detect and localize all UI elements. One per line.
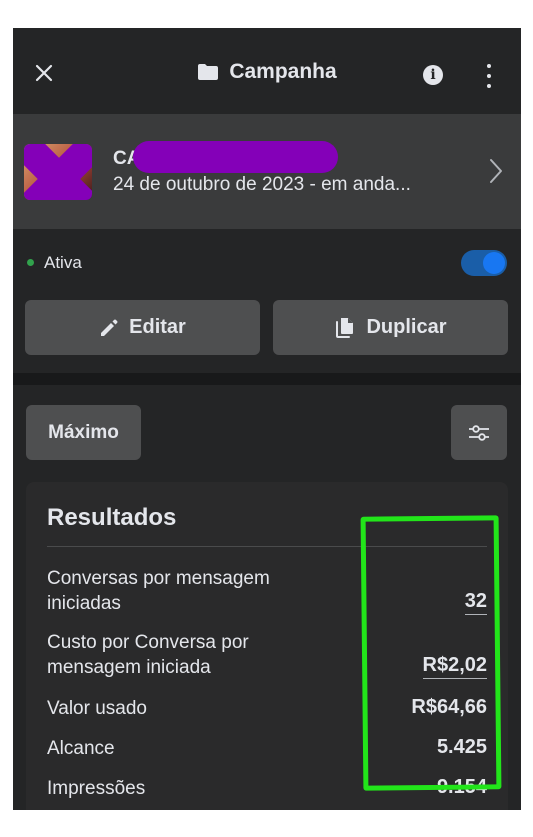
- campaign-active-toggle[interactable]: [461, 250, 507, 276]
- folder-icon: [198, 64, 219, 80]
- status-dot: [27, 259, 34, 266]
- title-group: Campanha: [13, 60, 521, 84]
- metric-label-amount-spent: Valor usado: [47, 698, 147, 719]
- metric-label-cost-per-conversation: Custo por Conversa por mensagem iniciada: [47, 632, 249, 678]
- chevron-right-icon: [490, 159, 502, 183]
- campaign-summary-row[interactable]: CA 24 de outubro de 2023 - em anda...: [13, 114, 521, 229]
- redaction-mark: [24, 144, 92, 200]
- date-range-button[interactable]: Máximo: [26, 405, 141, 460]
- metric-label-conversations: Conversas por mensagem iniciadas: [47, 568, 270, 614]
- results-title: Resultados: [47, 504, 177, 531]
- duplicate-icon: [336, 317, 354, 338]
- edit-button-label: Editar: [129, 316, 186, 338]
- metric-label-reach: Alcance: [47, 738, 115, 759]
- more-options-icon[interactable]: [481, 64, 497, 88]
- duplicate-button[interactable]: Duplicar: [273, 300, 508, 355]
- top-bar: Campanha i: [13, 28, 521, 114]
- metric-label-impressions: Impressões: [47, 778, 146, 799]
- section-divider: [13, 373, 521, 385]
- pencil-icon: [101, 319, 118, 336]
- sliders-icon: [469, 424, 489, 441]
- campaign-date-status: 24 de outubro de 2023 - em anda...: [113, 174, 411, 195]
- duplicate-button-label: Duplicar: [366, 316, 447, 338]
- page-title: Campanha: [229, 60, 337, 83]
- name-redaction: [133, 141, 338, 173]
- date-range-label: Máximo: [48, 421, 119, 443]
- info-icon[interactable]: i: [423, 65, 443, 85]
- edit-button[interactable]: Editar: [25, 300, 260, 355]
- status-row: Ativa: [13, 229, 521, 295]
- toggle-knob: [483, 252, 505, 274]
- campaign-thumbnail: [24, 144, 92, 200]
- status-label: Ativa: [44, 253, 82, 272]
- filter-settings-button[interactable]: [451, 405, 507, 460]
- annotation-highlight-box: [360, 515, 502, 791]
